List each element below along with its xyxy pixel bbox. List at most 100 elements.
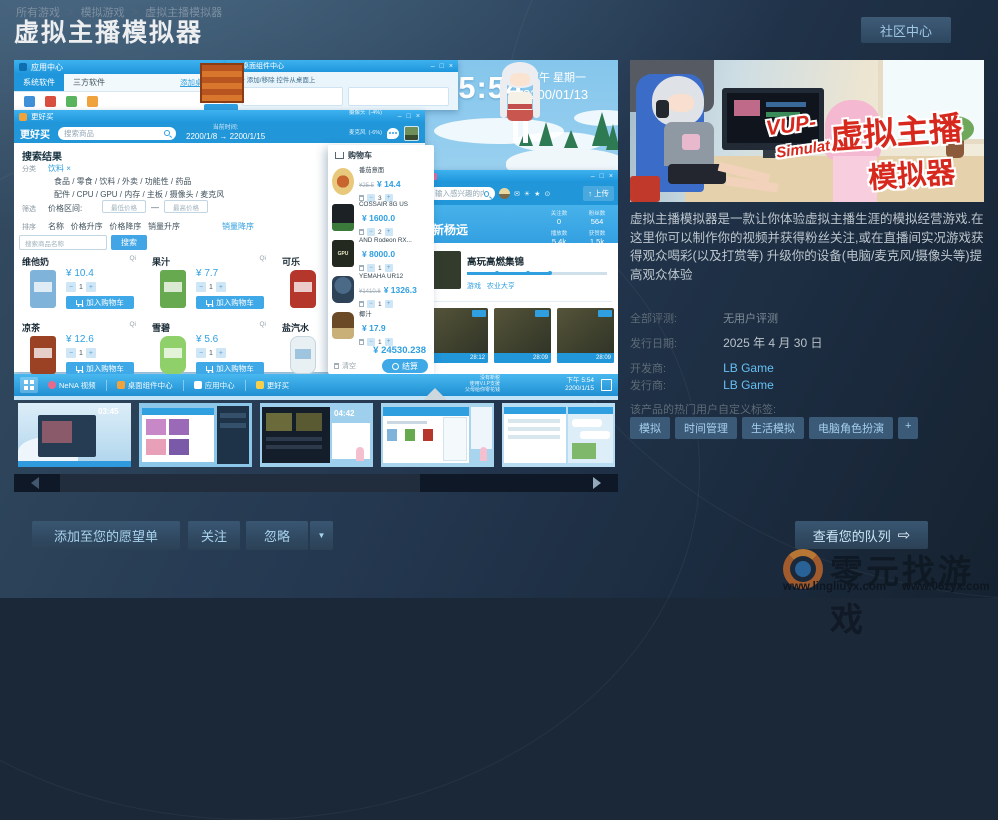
video-grid-card: 28:12 (431, 308, 488, 363)
queue-arrow-icon: ⇨ (898, 526, 911, 544)
thumbnail-strip: 03:45 04:42 (14, 403, 618, 469)
thumb-art (220, 423, 246, 428)
video-app-icon (48, 381, 56, 389)
tag-more-button[interactable]: + (898, 417, 918, 439)
upload-arrow-icon: ↑ (588, 189, 592, 198)
qty-plus-button: + (86, 282, 96, 292)
thumb-art (142, 408, 214, 415)
capsule-headphones (656, 100, 669, 118)
maximize-icon: □ (600, 173, 604, 180)
thumb-art (220, 413, 246, 418)
product-image (160, 270, 186, 308)
category-row-hardware: 配件 / CPU / GPU / 内存 / 主板 / 摄像头 / 麦克风 (54, 189, 224, 200)
video-grid-card: 28:09 (557, 308, 614, 363)
app-icon (24, 96, 35, 107)
tag-pc-rpg[interactable]: 电脑角色扮演 (809, 417, 893, 439)
thumb-art (266, 413, 292, 431)
maximize-icon: □ (407, 113, 411, 120)
ignore-button[interactable]: 忽略 (246, 521, 308, 550)
search-icon (164, 130, 170, 136)
notification-center-icon (601, 379, 612, 391)
cart-icon (206, 366, 213, 371)
main-screenshot[interactable]: 05:54 下午 星期一 2200/01/13 应用中心 –□× 系统软件 三方… (14, 60, 618, 400)
capsule-shirt-print (682, 134, 700, 150)
game-capsule: VUP- Simulator 虚拟主播 模拟器 (630, 60, 984, 202)
cart-icon (206, 300, 213, 305)
thumb-art (508, 419, 560, 423)
publisher-link[interactable]: LB Game (723, 378, 774, 392)
cart-title: 购物车 (348, 150, 372, 161)
video-progress-bar (467, 272, 607, 275)
thumb-art (356, 447, 364, 461)
community-hub-button[interactable]: 社区中心 (861, 17, 951, 43)
search-results-heading: 搜索结果 (22, 148, 62, 163)
taskbar-notifications: 没有新税 使用V.I.P支援 父母给你零花钱 (440, 376, 500, 393)
video-grid-card: 28:09 (494, 308, 551, 363)
thumb-art (387, 429, 397, 441)
tag-time-management[interactable]: 时间管理 (675, 417, 737, 439)
thumbnail-scrollbar-thumb[interactable] (60, 474, 420, 492)
app-center-title: 应用中心 (31, 62, 63, 73)
filter-label: 筛选 (22, 204, 36, 214)
thumb-art (568, 407, 613, 414)
add-to-cart-button: 加入购物车 (196, 296, 264, 309)
add-to-wishlist-button[interactable]: 添加至您的愿望单 (32, 521, 180, 550)
thumbnail-5[interactable] (502, 403, 615, 467)
taskbar-separator (106, 380, 107, 391)
cart-total: ¥ 24530.238 (373, 345, 426, 356)
thumbnail-prev-button[interactable] (14, 474, 56, 492)
developer-link[interactable]: LB Game (723, 361, 774, 375)
thumb-art (266, 445, 322, 449)
chibi-leg (523, 121, 528, 143)
island-tree (606, 124, 618, 150)
sort-label: 排序 (22, 222, 36, 232)
cart-item: YEMAHA UR12 ¥1410.6¥ 1326.3 −1+ (332, 273, 430, 309)
tag-simulation[interactable]: 模拟 (630, 417, 670, 439)
capsule-girl-face (668, 94, 694, 112)
category-filter-chip: 饮料 × (48, 163, 71, 174)
product-image (30, 270, 56, 308)
cart-item: 番茄意面 ¥25.5¥ 14.4 −3+ (332, 165, 430, 201)
minimize-icon: – (431, 63, 435, 70)
app-center-icon (19, 63, 27, 71)
review-value: 无用户评测 (723, 313, 778, 325)
widget-center-hint: 双击 添加/移除 控件从桌面上 (226, 72, 458, 86)
shop-search-input: 搜索商品 (58, 127, 176, 140)
watermark-url-right: www.06zyx.com (902, 581, 990, 593)
thumb-art (169, 439, 189, 455)
thumbnail-4-selected[interactable] (381, 403, 494, 467)
thumbnail-2[interactable] (139, 403, 252, 467)
video-caption: 28:09 (494, 353, 551, 363)
widget-center-icon (117, 381, 125, 389)
sun-icon: ☀ (524, 190, 530, 198)
maximize-icon: □ (440, 63, 444, 70)
thumbnail-1[interactable]: 03:45 (18, 403, 131, 467)
widget-slot (242, 87, 343, 106)
sort-active-option: 销量降序 (222, 221, 254, 232)
thumb-art (572, 443, 596, 459)
upload-button: ↑上传 (583, 186, 614, 201)
capsule-screen-content (766, 102, 806, 107)
thumbnail-next-button[interactable] (576, 474, 618, 492)
watermark-url-left: www.lingliuyx.com (783, 581, 886, 593)
mail-icon: ✉ (514, 190, 520, 198)
chibi-hair-strand (533, 78, 540, 118)
release-date-label: 发行日期: (630, 335, 720, 351)
cart-clear-button: 清空 (334, 361, 356, 371)
follow-button[interactable]: 关注 (188, 521, 240, 550)
qty-minus-button: − (367, 300, 375, 308)
video-time-chip (535, 310, 549, 317)
thumb-art (580, 431, 610, 439)
view-queue-button[interactable]: 查看您的队列 ⇨ (795, 521, 928, 549)
thumbnail-3[interactable]: 04:42 (260, 403, 373, 467)
close-icon: × (416, 113, 420, 120)
thumb-art (18, 461, 131, 467)
thumb-art (42, 421, 72, 443)
add-to-cart-button: 加入购物车 (66, 296, 134, 309)
ignore-dropdown-button[interactable]: ▼ (310, 521, 333, 550)
tag-life-sim[interactable]: 生活模拟 (742, 417, 804, 439)
category-row-food: 食品 / 零食 / 饮料 / 外卖 / 功能性 / 药品 (54, 176, 191, 187)
trash-icon (359, 301, 364, 307)
thumb-art (572, 419, 602, 427)
thumb-art (405, 429, 415, 441)
